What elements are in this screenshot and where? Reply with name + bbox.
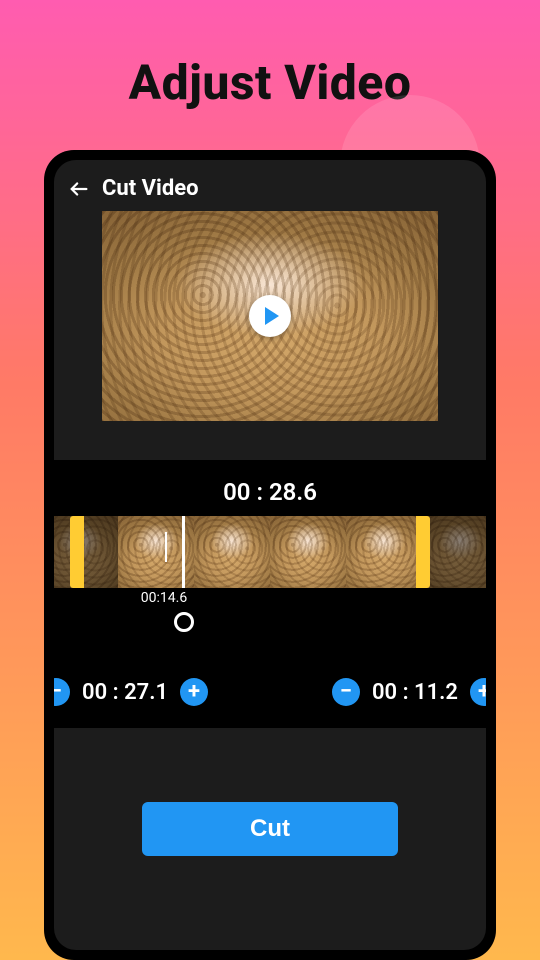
plus-icon[interactable]: + bbox=[470, 678, 486, 706]
frame-thumb bbox=[194, 516, 270, 588]
cut-button[interactable]: Cut bbox=[142, 802, 398, 856]
frame-thumb bbox=[54, 516, 118, 588]
filmstrip[interactable] bbox=[54, 516, 486, 588]
selection-handle-right[interactable] bbox=[416, 516, 430, 588]
playhead[interactable] bbox=[182, 516, 185, 588]
playhead-stem bbox=[165, 532, 167, 562]
start-time: 00 : 27.1 bbox=[82, 680, 168, 705]
hero-title: Adjust Video bbox=[0, 0, 540, 111]
minus-icon[interactable]: − bbox=[332, 678, 360, 706]
start-time-group: − 00 : 27.1 + bbox=[54, 678, 208, 706]
frame-thumb bbox=[422, 516, 486, 588]
frame-thumb bbox=[346, 516, 422, 588]
end-time-group: − 00 : 11.2 + bbox=[332, 678, 486, 706]
device-frame: Cut Video 00 : 28.6 00:14.6 bbox=[44, 150, 496, 960]
app-screen: Cut Video 00 : 28.6 00:14.6 bbox=[54, 160, 486, 950]
total-duration: 00 : 28.6 bbox=[54, 478, 486, 506]
trim-controls: − 00 : 27.1 + − 00 : 11.2 + bbox=[54, 678, 486, 706]
back-arrow-icon[interactable] bbox=[68, 178, 90, 200]
timeline-panel: 00 : 28.6 00:14.6 − 00 : 27.1 + bbox=[54, 460, 486, 728]
end-time: 00 : 11.2 bbox=[372, 680, 458, 705]
play-icon[interactable] bbox=[249, 295, 291, 337]
frame-thumb bbox=[270, 516, 346, 588]
screen-title: Cut Video bbox=[102, 176, 199, 201]
playhead-time: 00:14.6 bbox=[141, 590, 187, 606]
plus-icon[interactable]: + bbox=[180, 678, 208, 706]
top-bar: Cut Video bbox=[54, 160, 486, 211]
minus-icon[interactable]: − bbox=[54, 678, 70, 706]
selection-handle-left[interactable] bbox=[70, 516, 84, 588]
video-preview bbox=[102, 211, 438, 421]
